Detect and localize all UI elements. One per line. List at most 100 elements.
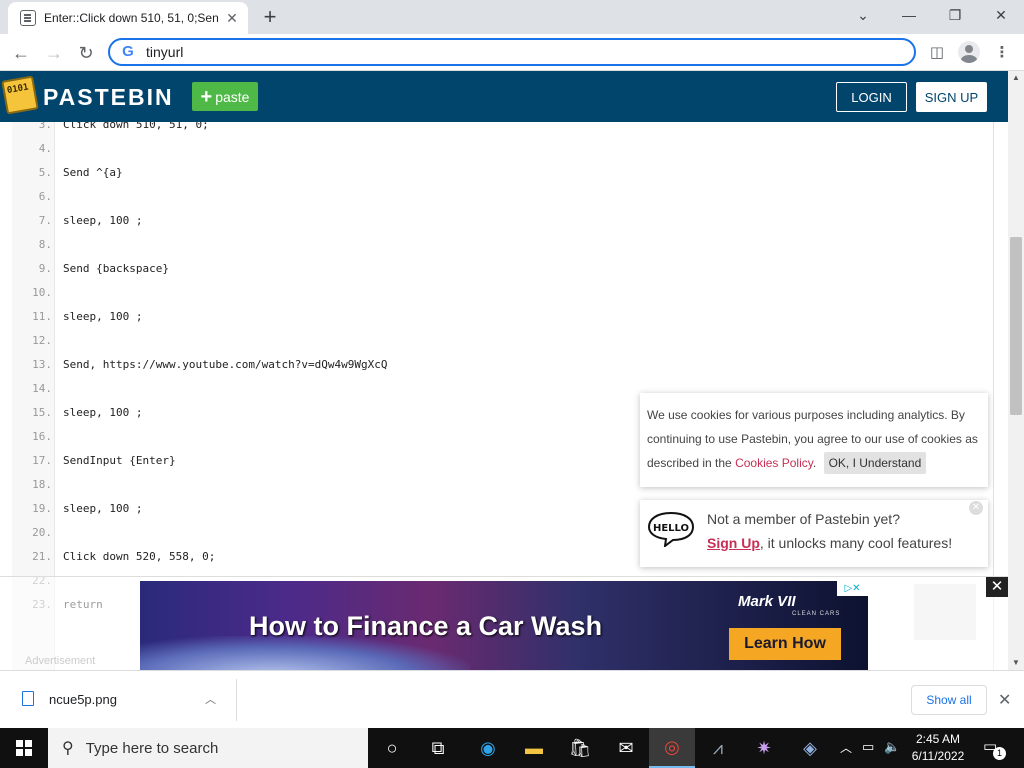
- line-code: sleep, 100 ;: [63, 406, 143, 419]
- pastebin-logo-icon[interactable]: 0101: [1, 75, 39, 115]
- promo-line2: Sign Up, it unlocks many cool features!: [707, 535, 952, 551]
- diamond-app-icon[interactable]: ◈: [787, 728, 833, 768]
- site-name[interactable]: PASTEBIN: [43, 84, 174, 111]
- search-icon: ⚲: [62, 740, 74, 757]
- line-number: 12.: [32, 334, 52, 347]
- tab-search-chevron-icon[interactable]: ⌄: [840, 0, 886, 30]
- edge-icon[interactable]: ◉: [465, 728, 511, 768]
- mail-icon[interactable]: ✉: [603, 728, 649, 768]
- line-number: 6.: [38, 190, 52, 203]
- line-code: SendInput {Enter}: [63, 454, 176, 467]
- promo-signup-link[interactable]: Sign Up: [707, 535, 760, 551]
- signup-button[interactable]: SIGN UP: [916, 82, 987, 112]
- show-hidden-icons-chevron-icon[interactable]: ︿: [840, 739, 852, 756]
- chevron-up-icon[interactable]: ︿: [205, 691, 216, 707]
- ad-brand-tagline: CLEAN CARS: [792, 611, 841, 617]
- line-code: Send, https://www.youtube.com/watch?v=dQ…: [63, 358, 388, 371]
- file-explorer-icon[interactable]: ▬: [511, 728, 557, 768]
- banner-ad[interactable]: How to Finance a Car Wash Mark VII CLEAN…: [140, 581, 868, 671]
- store-icon[interactable]: 🛍: [557, 728, 603, 768]
- line-number: 8.: [38, 238, 52, 251]
- taskbar-search-placeholder: Type here to search: [85, 739, 219, 757]
- line-number: 7.: [38, 214, 52, 227]
- line-number: 3.: [38, 122, 52, 131]
- restore-button[interactable]: ❐: [932, 0, 978, 30]
- promo-question: Not a member of Pastebin yet?: [707, 511, 900, 527]
- address-input[interactable]: tinyurl: [146, 44, 183, 60]
- scroll-up-icon[interactable]: ▲: [1008, 71, 1024, 85]
- close-download-bar-icon[interactable]: ✕: [998, 690, 1011, 710]
- adchoices-icon[interactable]: ▷✕: [837, 581, 868, 596]
- cookies-policy-link[interactable]: Cookies Policy: [735, 456, 813, 470]
- volume-icon[interactable]: 🔈: [884, 739, 900, 755]
- ad-brand-logo: Mark VII: [738, 593, 796, 610]
- pinned-app-icon[interactable]: ⩘: [695, 728, 741, 768]
- scroll-thumb[interactable]: [1010, 237, 1022, 415]
- plus-icon: +: [200, 85, 213, 108]
- new-paste-button[interactable]: + paste: [192, 82, 258, 111]
- line-number: 13.: [32, 358, 52, 371]
- show-all-downloads-button[interactable]: Show all: [911, 685, 987, 715]
- line-number: 10.: [32, 286, 52, 299]
- menu-dots-icon[interactable]: ⋮: [991, 42, 1013, 64]
- start-button[interactable]: [0, 728, 48, 768]
- download-item[interactable]: ncue5p.png ︿: [0, 679, 237, 721]
- image-file-icon: [22, 691, 34, 706]
- network-icon[interactable]: ▭: [862, 739, 874, 755]
- address-bar[interactable]: G tinyurl: [108, 38, 916, 66]
- close-ad-icon[interactable]: ✕: [986, 577, 1008, 597]
- site-header: 0101 PASTEBIN + paste LOGIN SIGN UP: [0, 71, 1008, 122]
- cortana-icon[interactable]: ○: [369, 728, 415, 768]
- profile-avatar-icon[interactable]: [958, 41, 980, 63]
- line-number: 18.: [32, 478, 52, 491]
- login-button[interactable]: LOGIN: [836, 82, 907, 112]
- back-arrow-icon[interactable]: ←: [8, 40, 34, 66]
- browser-tab[interactable]: Enter::Click down 510, 51, 0;Send ✕: [8, 2, 248, 34]
- scroll-down-icon[interactable]: ▼: [1008, 656, 1024, 670]
- reload-icon[interactable]: ↻: [73, 40, 99, 66]
- cookie-banner: We use cookies for various purposes incl…: [640, 393, 988, 487]
- line-code: Click down 510, 51, 0;: [63, 122, 209, 131]
- line-number: 19.: [32, 502, 52, 515]
- line-code: Click down 520, 558, 0;: [63, 550, 216, 563]
- tab-strip: Enter::Click down 510, 51, 0;Send ✕ + ⌄ …: [0, 0, 1024, 34]
- promo-features-text: , it unlocks many cool features!: [759, 535, 953, 551]
- task-view-icon[interactable]: ⧉: [415, 728, 461, 768]
- line-number: 16.: [32, 430, 52, 443]
- new-paste-label: paste: [215, 88, 250, 105]
- hello-speech-bubble-icon: HELLO: [647, 511, 695, 547]
- line-code: sleep, 100 ;: [63, 502, 143, 515]
- ad-headline: How to Finance a Car Wash: [249, 611, 603, 641]
- line-number: 17.: [32, 454, 52, 467]
- hello-icon-text: HELLO: [653, 523, 689, 534]
- cookie-accept-button[interactable]: OK, I Understand: [823, 452, 927, 474]
- minimize-button[interactable]: —: [886, 0, 932, 30]
- line-number: 20.: [32, 526, 52, 539]
- taskbar-search-box[interactable]: ⚲ Type here to search: [48, 728, 368, 768]
- close-window-button[interactable]: ✕: [978, 0, 1024, 30]
- clock-date: 6/11/2022: [911, 749, 965, 763]
- google-icon: G: [122, 43, 134, 60]
- scroll-to-top-button[interactable]: [914, 584, 976, 640]
- line-code: sleep, 100 ;: [63, 310, 143, 323]
- forward-arrow-icon[interactable]: →: [41, 40, 67, 66]
- new-tab-button[interactable]: +: [258, 6, 282, 30]
- chrome-icon[interactable]: ◎: [649, 728, 695, 768]
- tab-title: Enter::Click down 510, 51, 0;Send: [44, 11, 218, 25]
- download-filename: ncue5p.png: [49, 692, 117, 707]
- line-code: sleep, 100 ;: [63, 214, 143, 227]
- signup-promo-banner: HELLO Not a member of Pastebin yet? Sign…: [640, 500, 988, 567]
- close-promo-icon[interactable]: ✕: [969, 501, 983, 515]
- line-code: Send {backspace}: [63, 262, 169, 275]
- system-clock[interactable]: 2:45 AM 6/11/2022: [906, 731, 970, 765]
- clock-time: 2:45 AM: [915, 732, 961, 746]
- close-tab-icon[interactable]: ✕: [224, 10, 240, 26]
- cookie-text-end: .: [812, 456, 817, 470]
- page-scrollbar[interactable]: ▲ ▼: [1008, 71, 1024, 670]
- line-number: 11.: [32, 310, 52, 323]
- ad-learn-how-button[interactable]: Learn How: [729, 628, 841, 660]
- game-app-icon[interactable]: ✷: [741, 728, 787, 768]
- notification-count-badge: 1: [993, 747, 1006, 760]
- side-panel-icon[interactable]: ◫: [926, 42, 948, 64]
- line-number: 9.: [38, 262, 52, 275]
